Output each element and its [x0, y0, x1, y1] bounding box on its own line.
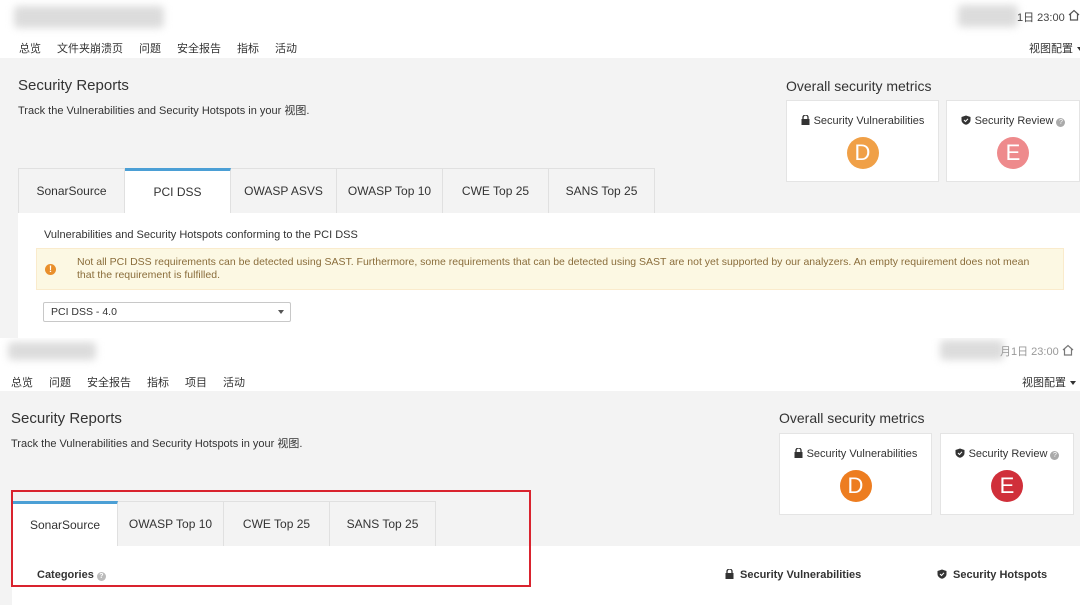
- view-config-label: 视图配置: [1029, 43, 1073, 55]
- project-name-redacted: [14, 6, 164, 28]
- view-config-menu[interactable]: 视图配置: [1029, 40, 1080, 56]
- pci-version-select[interactable]: PCI DSS - 4.0: [43, 302, 291, 322]
- main-area: Security Reports Track the Vulnerabiliti…: [0, 391, 1080, 605]
- chevron-down-icon: [278, 310, 284, 314]
- metric-card-vulnerabilities[interactable]: Security Vulnerabilities D: [786, 100, 939, 182]
- project-name-redacted: [8, 342, 96, 360]
- top-header: 月1日 23:00 总览 问题 安全报告 指标 项目 活动 视图配置: [0, 338, 1080, 397]
- lock-icon: [801, 115, 810, 125]
- warning-text: Not all PCI DSS requirements can be dete…: [77, 256, 1030, 281]
- main-area: Security Reports Track the Vulnerabiliti…: [0, 58, 1080, 338]
- tab-pci-dss[interactable]: PCI DSS: [125, 168, 231, 213]
- page-subtitle: Track the Vulnerabilities and Security H…: [11, 438, 303, 450]
- analysis-datetime: 月1日 23:00: [1000, 346, 1059, 358]
- screenshot-panel-bottom: 月1日 23:00 总览 问题 安全报告 指标 项目 活动 视图配置 Secur…: [0, 338, 1080, 605]
- standards-tabs: SonarSource OWASP Top 10 CWE Top 25 SANS…: [12, 501, 436, 546]
- view-config-label: 视图配置: [1022, 377, 1066, 389]
- help-icon[interactable]: ?: [1050, 451, 1060, 460]
- tab-owasp-asvs[interactable]: OWASP ASVS: [231, 168, 337, 213]
- tab-description: Vulnerabilities and Security Hotspots co…: [44, 229, 358, 241]
- metric-review-label: Security Review: [974, 115, 1054, 127]
- help-icon[interactable]: ?: [1056, 118, 1066, 127]
- top-header: 1日 23:00 总览 文件夹崩溃页 问题 安全报告 指标 活动 视图配置: [0, 0, 1080, 63]
- chevron-down-icon: [1070, 381, 1076, 385]
- grade-badge-vulnerabilities[interactable]: D: [846, 137, 879, 169]
- tab-sans-top25[interactable]: SANS Top 25: [330, 501, 436, 546]
- tab-content: Categories? Security Vulnerabilities Sec…: [12, 546, 1080, 605]
- warning-alert: ! Not all PCI DSS requirements can be de…: [36, 248, 1064, 290]
- shield-icon: [937, 569, 947, 579]
- metric-vuln-label: Security Vulnerabilities: [806, 448, 918, 460]
- metric-card-vulnerabilities[interactable]: Security Vulnerabilities D: [779, 433, 932, 515]
- col-header-hotspots[interactable]: Security Hotspots: [937, 569, 1047, 581]
- grade-badge-review[interactable]: E: [997, 137, 1029, 169]
- metric-card-review[interactable]: Security Review? E: [946, 100, 1080, 182]
- tab-content: Vulnerabilities and Security Hotspots co…: [18, 213, 1080, 338]
- analysis-datetime: 1日 23:00: [1017, 12, 1065, 24]
- metric-vuln-label: Security Vulnerabilities: [813, 115, 925, 127]
- lock-icon: [725, 568, 734, 579]
- page-title: Security Reports: [11, 410, 122, 427]
- tab-sans-top25[interactable]: SANS Top 25: [549, 168, 655, 213]
- help-icon[interactable]: ?: [96, 572, 106, 581]
- lock-icon: [794, 448, 803, 458]
- shield-icon: [955, 448, 965, 458]
- pci-version-value: PCI DSS - 4.0: [51, 306, 117, 318]
- col-header-categories[interactable]: Categories?: [37, 569, 106, 581]
- analysis-info-redacted: [940, 340, 1004, 360]
- metrics-title: Overall security metrics: [779, 410, 925, 426]
- tab-owasp-top10[interactable]: OWASP Top 10: [118, 501, 224, 546]
- grade-badge-vulnerabilities[interactable]: D: [839, 470, 872, 502]
- metrics-title: Overall security metrics: [786, 78, 932, 94]
- home-icon[interactable]: [1062, 344, 1074, 356]
- standards-tabs: SonarSource PCI DSS OWASP ASVS OWASP Top…: [18, 168, 655, 213]
- tab-owasp-top10[interactable]: OWASP Top 10: [337, 168, 443, 213]
- metric-card-review[interactable]: Security Review? E: [940, 433, 1074, 515]
- warning-icon: !: [45, 264, 56, 275]
- tab-sonarsource[interactable]: SonarSource: [12, 501, 118, 546]
- shield-icon: [961, 115, 971, 125]
- grade-badge-review[interactable]: E: [991, 470, 1023, 502]
- screenshot-panel-top: 1日 23:00 总览 文件夹崩溃页 问题 安全报告 指标 活动 视图配置 Se…: [0, 0, 1080, 338]
- tab-cwe-top25[interactable]: CWE Top 25: [443, 168, 549, 213]
- tab-cwe-top25[interactable]: CWE Top 25: [224, 501, 330, 546]
- analysis-info-redacted: [958, 5, 1018, 27]
- page-subtitle: Track the Vulnerabilities and Security H…: [18, 105, 310, 117]
- view-config-menu[interactable]: 视图配置: [1022, 374, 1076, 390]
- page-title: Security Reports: [18, 77, 129, 94]
- col-header-vulnerabilities[interactable]: Security Vulnerabilities: [725, 568, 861, 581]
- metric-review-label: Security Review: [968, 448, 1048, 460]
- home-icon[interactable]: [1068, 9, 1080, 21]
- tab-sonarsource[interactable]: SonarSource: [18, 168, 125, 213]
